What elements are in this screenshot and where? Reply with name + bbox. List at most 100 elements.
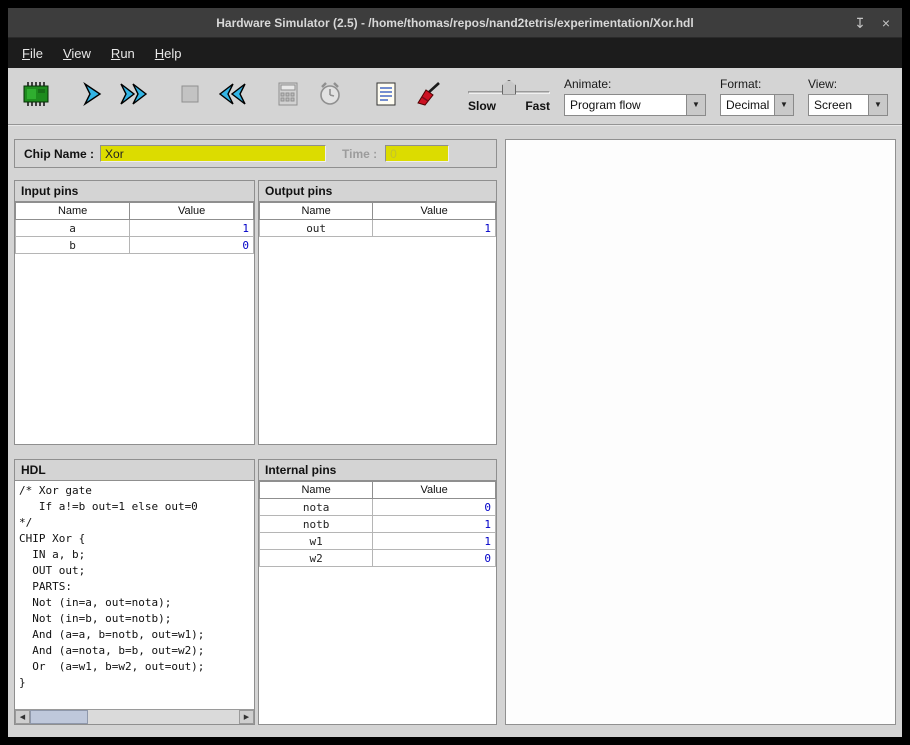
menu-file[interactable]: File [12, 38, 53, 68]
screen-view-panel [505, 139, 896, 725]
pin-value: 1 [373, 533, 496, 550]
scroll-right-icon[interactable]: ▶ [239, 710, 254, 724]
chevron-down-icon[interactable]: ▼ [868, 95, 887, 115]
pin-name: nota [260, 499, 373, 516]
table-row: notb 1 [260, 516, 496, 533]
internal-pins-table: Name Value nota 0 notb 1 w1 1 [259, 481, 496, 724]
col-name-header: Name [260, 482, 373, 499]
pin-value: 0 [373, 499, 496, 516]
calculator-icon [277, 81, 299, 112]
rewind-icon [216, 82, 248, 111]
pin-value[interactable]: 0 [130, 237, 254, 254]
scroll-left-icon[interactable]: ◀ [15, 710, 30, 724]
output-pins-title: Output pins [259, 181, 496, 202]
hdl-panel: HDL /* Xor gate If a!=b out=1 else out=0… [14, 459, 255, 725]
format-group: Format: Decimal ▼ [720, 77, 794, 116]
scrollbar-track[interactable] [30, 710, 239, 724]
menu-view[interactable]: View [53, 38, 101, 68]
pin-name: w1 [260, 533, 373, 550]
slider-fast-label: Fast [525, 99, 550, 113]
chip-name-bar: Chip Name : Xor Time : 0 [14, 139, 497, 168]
table-row: a 1 [16, 220, 254, 237]
table-row: b 0 [16, 237, 254, 254]
script-icon [374, 81, 398, 112]
time-field: 0 [385, 145, 449, 162]
menu-bar: File View Run Help [8, 38, 902, 68]
table-row: w2 0 [260, 550, 496, 567]
pin-name: b [16, 237, 130, 254]
minimize-icon[interactable]: ↧ [854, 16, 866, 30]
single-step-button[interactable] [72, 75, 112, 117]
hdl-title: HDL [15, 460, 254, 481]
pin-name: out [260, 220, 373, 237]
output-pins-table: Name Value out 1 [259, 202, 496, 444]
table-row: out 1 [260, 220, 496, 237]
run-button[interactable] [114, 75, 154, 117]
menu-run[interactable]: Run [101, 38, 145, 68]
speed-slider: Slow Fast [468, 80, 550, 113]
toolbar: Slow Fast Animate: Program flow ▼ Format… [8, 68, 902, 126]
slider-handle-icon[interactable] [502, 80, 516, 95]
scrollbar-thumb[interactable] [30, 710, 88, 724]
reset-button[interactable] [212, 75, 252, 117]
animate-label: Animate: [564, 77, 706, 91]
hdl-code: /* Xor gate If a!=b out=1 else out=0 */ … [15, 481, 254, 709]
app-window: Hardware Simulator (2.5) - /home/thomas/… [8, 8, 902, 737]
chevron-down-icon[interactable]: ▼ [774, 95, 793, 115]
pin-name: a [16, 220, 130, 237]
format-label: Format: [720, 77, 794, 91]
title-bar: Hardware Simulator (2.5) - /home/thomas/… [8, 8, 902, 38]
col-value-header: Value [373, 203, 496, 220]
table-row: nota 0 [260, 499, 496, 516]
speed-slider-track[interactable] [468, 80, 550, 97]
menu-help-label: Help [155, 46, 182, 61]
slider-slow-label: Slow [468, 99, 496, 113]
view-label: View: [808, 77, 888, 91]
main-area: Chip Name : Xor Time : 0 Input pins Name… [8, 126, 902, 737]
pin-name: notb [260, 516, 373, 533]
pin-value[interactable]: 1 [130, 220, 254, 237]
chevron-down-icon[interactable]: ▼ [686, 95, 705, 115]
calculator-button[interactable] [268, 75, 308, 117]
input-pins-title: Input pins [15, 181, 254, 202]
step-forward-icon [79, 82, 105, 111]
col-name-header: Name [260, 203, 373, 220]
input-pins-panel: Input pins Name Value a 1 b 0 [14, 180, 255, 445]
table-row: w1 1 [260, 533, 496, 550]
table-header-row: Name Value [260, 203, 496, 220]
col-value-header: Value [373, 482, 496, 499]
pin-name: w2 [260, 550, 373, 567]
internal-pins-panel: Internal pins Name Value nota 0 notb 1 [258, 459, 497, 725]
menu-run-label: Run [111, 46, 135, 61]
load-chip-button[interactable] [16, 75, 56, 117]
menu-help[interactable]: Help [145, 38, 192, 68]
pin-value: 0 [373, 550, 496, 567]
menu-view-label: View [63, 46, 91, 61]
view-select[interactable]: Screen ▼ [808, 94, 888, 116]
animate-selected-value: Program flow [565, 95, 686, 115]
close-icon[interactable]: × [882, 16, 890, 30]
table-header-row: Name Value [260, 482, 496, 499]
format-selected-value: Decimal [721, 95, 774, 115]
col-value-header: Value [130, 203, 254, 220]
chip-icon [21, 81, 51, 112]
menu-file-label: File [22, 46, 43, 61]
input-pins-table: Name Value a 1 b 0 [15, 202, 254, 444]
brush-icon [414, 81, 442, 112]
view-group: View: Screen ▼ [808, 77, 888, 116]
clock-button[interactable] [310, 75, 350, 117]
internal-pins-title: Internal pins [259, 460, 496, 481]
col-name-header: Name [16, 203, 130, 220]
stop-icon [180, 84, 200, 109]
stop-button[interactable] [170, 75, 210, 117]
animate-select[interactable]: Program flow ▼ [564, 94, 706, 116]
clock-icon [317, 81, 343, 112]
pin-value: 1 [373, 220, 496, 237]
script-button[interactable] [366, 75, 406, 117]
view-selected-value: Screen [809, 95, 868, 115]
fast-forward-icon [118, 82, 150, 111]
format-select[interactable]: Decimal ▼ [720, 94, 794, 116]
chip-name-field[interactable]: Xor [100, 145, 326, 162]
output-pins-panel: Output pins Name Value out 1 [258, 180, 497, 445]
clear-button[interactable] [408, 75, 448, 117]
